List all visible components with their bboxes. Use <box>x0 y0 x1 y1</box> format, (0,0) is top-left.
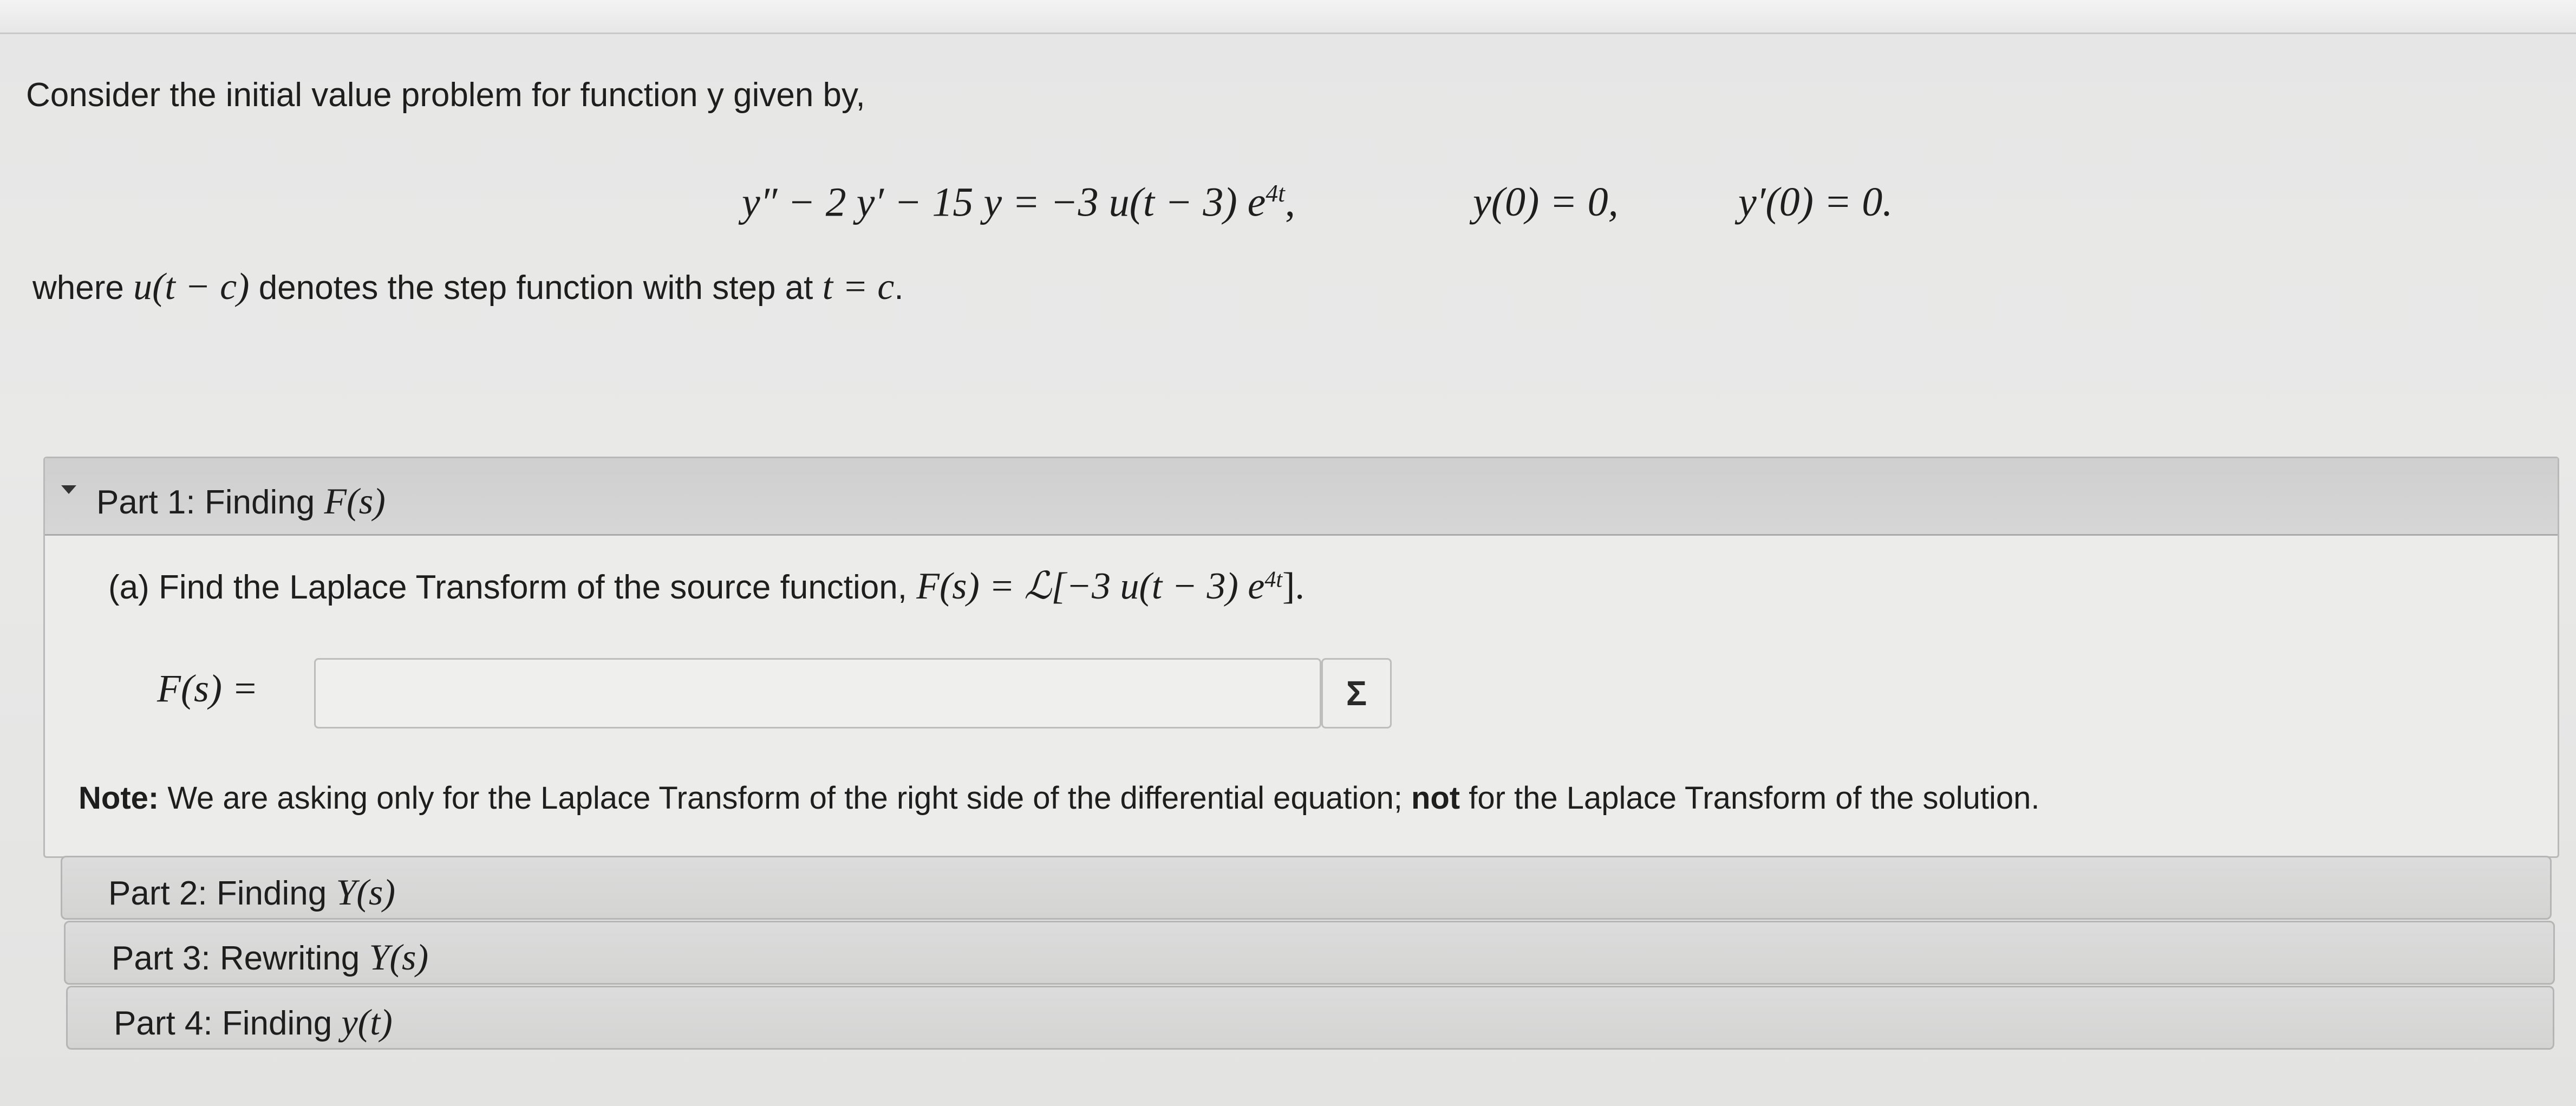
problem-intro: Consider the initial value problem for f… <box>26 76 865 114</box>
part1-title-math: F(s) <box>324 480 386 522</box>
answer-label: F(s) = <box>157 667 258 710</box>
part2-title-math: Y(s) <box>336 871 396 913</box>
question-exponent: 4t <box>1264 567 1283 593</box>
top-edge <box>0 0 2576 34</box>
where-end: . <box>894 269 904 307</box>
equation-exponent: 4t <box>1266 179 1285 207</box>
answer-input[interactable] <box>314 658 1321 728</box>
part4-panel[interactable]: Part 4: Finding y(t) <box>66 986 2554 1050</box>
equation-tail: , <box>1284 179 1295 225</box>
question-text: (a) Find the Laplace Transform of the so… <box>108 569 917 606</box>
part3-title-prefix: Part 3: Rewriting <box>112 940 369 977</box>
part1-title: Part 1: Finding F(s) <box>96 480 386 523</box>
part4-title-math: y(t) <box>341 1001 393 1043</box>
part2-panel[interactable]: Part 2: Finding Y(s) <box>61 856 2552 920</box>
part1-header[interactable]: Part 1: Finding F(s) <box>45 458 2558 536</box>
part3-title: Part 3: Rewriting Y(s) <box>112 936 428 979</box>
step-function-note: where u(t − c) denotes the step function… <box>32 265 904 309</box>
part3-panel[interactable]: Part 3: Rewriting Y(s) <box>64 921 2555 985</box>
where-eq: t = c <box>822 266 895 308</box>
note-text-1: We are asking only for the Laplace Trans… <box>159 780 1411 816</box>
question-math: F(s) = ℒ[−3 u(t − 3) e <box>916 565 1265 607</box>
where-mid: denotes the step function with step at <box>249 269 823 307</box>
part3-title-math: Y(s) <box>369 936 429 978</box>
part4-title-prefix: Part 4: Finding <box>114 1005 342 1042</box>
initial-condition-y: y(0) = 0, <box>1473 179 1619 225</box>
note-text-2: for the Laplace Transform of the solutio… <box>1460 780 2040 816</box>
question-a: (a) Find the Laplace Transform of the so… <box>108 563 1305 608</box>
where-prefix: where <box>32 269 134 307</box>
caret-down-icon[interactable] <box>61 485 76 494</box>
sigma-icon[interactable]: Σ <box>1321 658 1392 728</box>
equation-lhs: y″ − 2 y′ − 15 y = −3 u(t − 3) e <box>742 179 1266 225</box>
note-text: Note: We are asking only for the Laplace… <box>79 780 2040 816</box>
note-not: not <box>1411 780 1460 816</box>
differential-equation: y″ − 2 y′ − 15 y = −3 u(t − 3) e4t, <box>742 179 1295 226</box>
part4-title: Part 4: Finding y(t) <box>114 1001 393 1044</box>
where-func: u(t − c) <box>133 266 250 308</box>
part2-title: Part 2: Finding Y(s) <box>108 871 395 914</box>
initial-condition-yprime: y′(0) = 0. <box>1738 179 1893 225</box>
question-end: ]. <box>1282 565 1305 607</box>
note-label: Note: <box>79 780 159 816</box>
part2-title-prefix: Part 2: Finding <box>108 875 336 912</box>
part1-title-prefix: Part 1: Finding <box>96 484 324 521</box>
